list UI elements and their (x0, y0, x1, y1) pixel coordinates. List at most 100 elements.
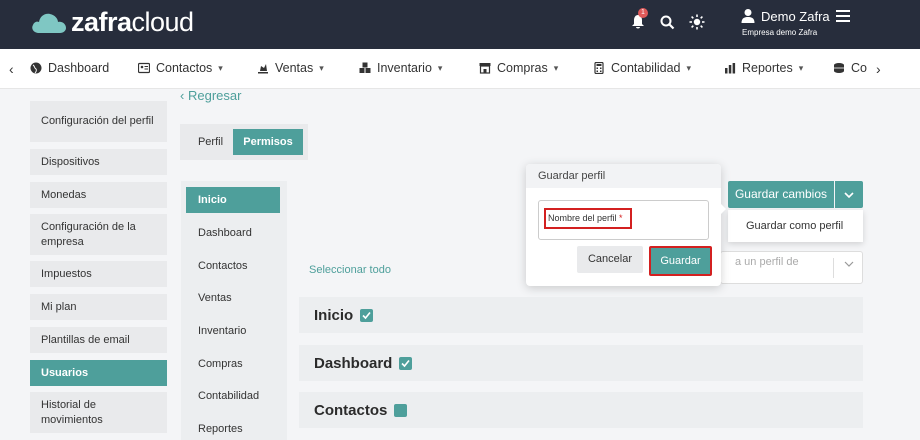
chevron-down-icon: ▾ (686, 62, 692, 73)
chevron-down-icon: ▾ (319, 62, 324, 73)
bar-chart-icon (724, 62, 736, 74)
user-avatar-icon[interactable] (738, 6, 758, 26)
popover-title: Guardar perfil (526, 164, 721, 188)
back-link[interactable]: ‹ Regresar (180, 88, 241, 103)
chevron-down-icon (844, 191, 854, 198)
module-item-ventas[interactable]: Ventas (186, 285, 280, 311)
cancel-button[interactable]: Cancelar (577, 246, 643, 273)
base-profile-select[interactable]: a un perfil de (720, 251, 863, 284)
save-changes-button[interactable]: Guardar cambios (728, 181, 834, 208)
module-item-inventario[interactable]: Inventario (186, 318, 280, 344)
sidebar-item-devices[interactable]: Dispositivos (30, 149, 167, 175)
sidebar-item-taxes[interactable]: Impuestos (30, 261, 167, 287)
boxes-icon (359, 62, 371, 74)
nav-item-ventas[interactable]: Ventas ▾ (257, 61, 324, 75)
sidebar-item-label: Impuestos (41, 267, 92, 280)
nav-item-co[interactable]: Co (833, 61, 867, 75)
sidebar-item-email-templates[interactable]: Plantillas de email (30, 327, 167, 353)
logo-text-bold: zafra (71, 7, 132, 37)
chevron-down-icon: ▾ (798, 62, 804, 73)
sidebar-item-label: Usuarios (41, 366, 89, 379)
profile-tabs: Perfil Permisos (180, 124, 308, 160)
coins-icon (833, 62, 845, 74)
sidebar-item-label: Configuración del perfil (41, 115, 154, 127)
check-icon (362, 311, 371, 319)
save-options-toggle[interactable] (835, 181, 863, 208)
calculator-icon (593, 62, 605, 74)
nav-label: Compras (497, 61, 548, 75)
tab-perfil[interactable]: Perfil (188, 129, 233, 155)
module-item-dashboard[interactable]: Dashboard (186, 220, 280, 246)
nav-item-contactos[interactable]: Contactos ▾ (138, 61, 223, 75)
chevron-down-icon: ▾ (218, 62, 223, 73)
hamburger-menu-icon[interactable] (833, 6, 853, 26)
chevron-down-icon: ▾ (553, 62, 559, 73)
nav-label: Ventas (275, 61, 314, 75)
nav-label: Dashboard (48, 61, 110, 75)
tab-permisos[interactable]: Permisos (233, 129, 303, 155)
back-label: Regresar (187, 88, 242, 103)
notification-badge: 1 (638, 8, 648, 18)
base-profile-placeholder: a un perfil de (735, 256, 799, 268)
top-header: zafracloud 1 Demo Zafra Empresa demo Zaf… (0, 0, 920, 49)
section-title: Contactos (314, 401, 388, 419)
globe-icon (30, 62, 42, 74)
save-button[interactable]: Guardar (649, 246, 712, 276)
nav-scroll-right-icon[interactable]: › (876, 61, 881, 77)
notification-bell-icon[interactable]: 1 (628, 8, 648, 32)
sidebar-item-users[interactable]: Usuarios (30, 360, 167, 386)
section-checkbox[interactable] (360, 308, 374, 322)
permission-section-dashboard: Dashboard (299, 345, 863, 381)
main-nav: ‹ Dashboard Contactos ▾ Ventas ▾ Inventa… (0, 49, 920, 89)
module-item-contabilidad[interactable]: Contabilidad (186, 383, 280, 409)
module-item-reportes[interactable]: Reportes (186, 416, 280, 440)
sales-icon (257, 62, 269, 74)
search-icon[interactable] (657, 12, 677, 32)
sidebar-item-label: Monedas (41, 188, 87, 201)
nav-item-compras[interactable]: Compras ▾ (479, 61, 558, 75)
cloud-logo-icon (30, 9, 68, 35)
company-name: Empresa demo Zafra (742, 28, 818, 37)
section-checkbox-partial[interactable] (394, 403, 408, 417)
nav-label: Contactos (156, 61, 213, 75)
nav-item-contabilidad[interactable]: Contabilidad ▾ (593, 61, 691, 75)
store-icon (479, 62, 491, 74)
nav-label: Reportes (742, 61, 793, 75)
user-name[interactable]: Demo Zafra (761, 9, 830, 24)
sidebar-item-label: Dispositivos (41, 155, 100, 168)
logo[interactable]: zafracloud (30, 7, 195, 37)
sidebar-item-my-plan[interactable]: Mi plan (30, 294, 167, 320)
save-as-profile-menu-item[interactable]: Guardar como perfil (728, 210, 863, 242)
nav-item-dashboard[interactable]: Dashboard (30, 61, 109, 75)
select-all-link[interactable]: Seleccionar todo (309, 264, 391, 276)
permission-section-inicio: Inicio (299, 297, 863, 333)
nav-label: Inventario (377, 61, 432, 75)
section-title: Dashboard (314, 354, 393, 372)
module-item-contactos[interactable]: Contactos (186, 253, 280, 279)
nav-item-inventario[interactable]: Inventario ▾ (359, 61, 442, 75)
sidebar-item-currencies[interactable]: Monedas (30, 182, 167, 208)
module-item-compras[interactable]: Compras (186, 351, 280, 377)
chevron-down-icon (844, 261, 854, 267)
sidebar-item-label: Plantillas de email (41, 333, 130, 346)
sidebar-item-label: Historial de movimientos (41, 398, 103, 426)
chevron-left-icon: ‹ (180, 88, 185, 103)
nav-item-reportes[interactable]: Reportes ▾ (724, 61, 803, 75)
profile-name-label: Nombre del perfil * (544, 208, 632, 229)
sidebar-item-profile-config[interactable]: Configuración del perfil (30, 101, 167, 142)
chevron-down-icon: ▾ (437, 62, 443, 73)
section-checkbox[interactable] (399, 356, 413, 370)
logo-text-light: cloud (131, 7, 195, 37)
contact-card-icon (138, 62, 150, 74)
nav-scroll-left-icon[interactable]: ‹ (9, 61, 14, 77)
permission-section-contactos: Contactos (299, 392, 863, 428)
sidebar-item-label: Mi plan (41, 300, 77, 313)
sun-theme-icon[interactable] (687, 12, 707, 32)
sidebar-item-activity-history[interactable]: Historial de movimientos (30, 392, 167, 433)
sidebar-item-label: Configuración de la empresa (41, 220, 136, 248)
module-item-inicio[interactable]: Inicio (186, 187, 280, 213)
sidebar-item-company-config[interactable]: Configuración de la empresa (30, 214, 167, 255)
section-title: Inicio (314, 306, 354, 324)
check-icon (401, 359, 410, 367)
nav-label: Contabilidad (611, 61, 681, 75)
